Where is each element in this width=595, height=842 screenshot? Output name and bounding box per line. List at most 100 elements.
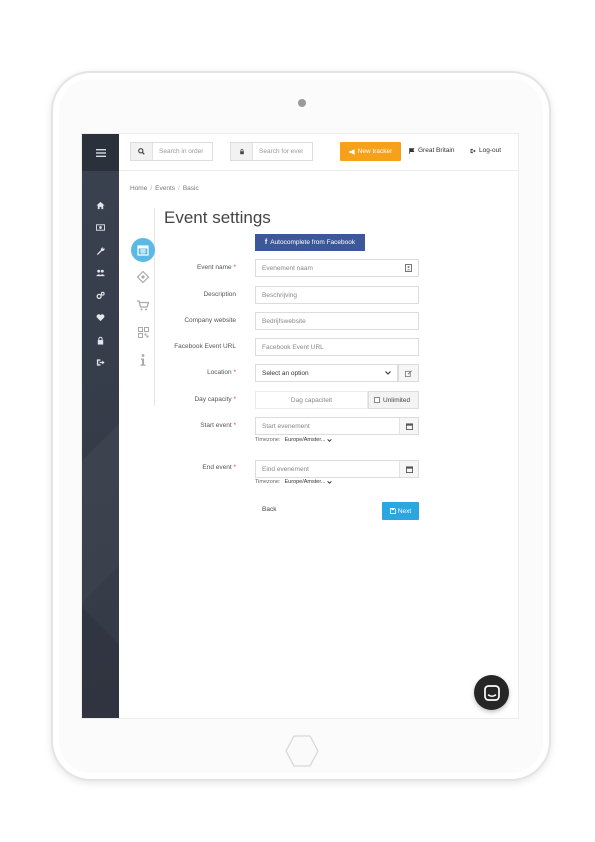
sidebar-item-users[interactable]	[82, 262, 119, 285]
day-capacity-field[interactable]: Dag capaciteit	[255, 391, 368, 409]
event-search-input[interactable]	[253, 148, 309, 155]
new-tracker-label: New tracker	[357, 148, 393, 155]
calendar-icon	[137, 245, 149, 256]
contact-card-icon	[399, 260, 418, 276]
home-icon	[96, 201, 105, 209]
event-search	[230, 142, 313, 161]
company-website-placeholder: Bedrijfswebsite	[262, 317, 306, 325]
sidebar-item-security[interactable]	[82, 329, 119, 352]
step-shop[interactable]	[131, 300, 155, 311]
end-event-label: End event *	[202, 464, 236, 471]
logout-link[interactable]: Log-out	[470, 147, 501, 154]
country-label: Great Britain	[418, 147, 455, 154]
country-selector[interactable]: Great Britain	[409, 147, 455, 154]
start-timezone: Timezone: Europe/Amster...	[255, 437, 333, 443]
location-edit-button[interactable]	[398, 364, 419, 382]
sidebar-item-settings[interactable]	[82, 284, 119, 307]
description-field[interactable]: Beschrijving	[255, 286, 419, 304]
breadcrumb-home[interactable]: Home	[130, 185, 147, 192]
end-event-field[interactable]: Eind evenement	[255, 460, 419, 478]
step-info[interactable]	[131, 354, 155, 366]
company-website-label: Company website	[184, 317, 236, 324]
sidebar-item-home[interactable]	[82, 194, 119, 217]
calendar-icon[interactable]	[399, 418, 418, 434]
new-tracker-button[interactable]: New tracker	[340, 142, 401, 161]
start-timezone-select[interactable]: Europe/Amster...	[284, 437, 333, 443]
facebook-button-label: Autocomplete from Facebook	[270, 239, 356, 246]
users-icon	[96, 269, 105, 277]
end-timezone-label: Timezone:	[255, 479, 281, 485]
start-event-field[interactable]: Start evenement	[255, 417, 419, 435]
cogs-icon	[96, 291, 105, 299]
sidebar-item-favorites[interactable]	[82, 307, 119, 330]
next-button[interactable]: Next	[382, 502, 419, 520]
sidebar-item-tools[interactable]	[82, 239, 119, 262]
back-button[interactable]: Back	[262, 506, 276, 513]
end-event-placeholder: Eind evenement	[262, 465, 309, 473]
info-icon	[140, 354, 146, 366]
edit-icon	[405, 369, 412, 377]
breadcrumb: Home / Events / Basic	[130, 185, 199, 192]
order-search-input[interactable]	[153, 148, 209, 155]
chat-widget-button[interactable]	[474, 675, 509, 710]
unlimited-toggle[interactable]: Unlimited	[368, 391, 419, 409]
qrcode-icon	[137, 327, 149, 338]
bullhorn-icon	[348, 148, 355, 155]
chevron-down-icon	[327, 438, 333, 442]
day-capacity-placeholder: Dag capaciteit	[290, 396, 333, 404]
money-icon	[96, 224, 105, 231]
location-select[interactable]: Select an option	[255, 364, 398, 382]
heart-icon	[96, 314, 105, 322]
step-tickets[interactable]	[131, 271, 155, 283]
chevron-down-icon	[327, 480, 333, 484]
calendar-icon[interactable]	[399, 461, 418, 477]
menu-icon[interactable]	[95, 148, 106, 157]
app-screen: New tracker Great Britain Log-out Home/ …	[81, 133, 519, 719]
unlimited-checkbox[interactable]	[374, 397, 380, 403]
next-label: Next	[397, 507, 412, 515]
save-icon	[389, 508, 396, 514]
order-search	[130, 142, 213, 161]
event-name-placeholder: Evenement naam	[262, 264, 313, 272]
facebook-autocomplete-button[interactable]: f Autocomplete from Facebook	[255, 234, 365, 251]
sidebar-toggle[interactable]	[82, 134, 119, 171]
step-qrcode[interactable]	[131, 327, 155, 338]
event-name-field[interactable]: Evenement naam	[255, 259, 419, 277]
description-label: Description	[203, 291, 236, 298]
facebook-icon: f	[264, 239, 268, 246]
day-capacity-label: Day capacity *	[194, 396, 236, 403]
company-website-field[interactable]: Bedrijfswebsite	[255, 312, 419, 330]
facebook-url-label: Facebook Event URL	[174, 343, 236, 350]
lock-icon	[231, 143, 253, 160]
end-timezone-select[interactable]: Europe/Amster...	[284, 479, 333, 485]
flag-icon	[409, 147, 415, 154]
camera-dot	[298, 99, 306, 107]
event-name-label: Event name *	[196, 264, 236, 271]
facebook-url-placeholder: Facebook Event URL	[262, 343, 324, 351]
sidebar	[82, 134, 119, 718]
step-event-settings[interactable]	[131, 238, 155, 262]
start-event-placeholder: Start evenement	[262, 422, 310, 430]
logout-label: Log-out	[479, 147, 502, 154]
location-label: Location *	[207, 369, 236, 376]
page-title: Event settings	[164, 208, 271, 227]
description-placeholder: Beschrijving	[262, 291, 298, 299]
unlimited-label: Unlimited	[383, 396, 411, 404]
sign-out-icon	[96, 359, 105, 366]
start-timezone-label: Timezone:	[255, 437, 281, 443]
home-button-icon	[285, 735, 319, 767]
breadcrumb-events[interactable]: Events	[155, 185, 175, 192]
ticket-icon	[137, 271, 149, 283]
sign-out-icon	[470, 148, 476, 153]
sidebar-item-logout[interactable]	[82, 352, 119, 375]
start-event-label: Start event *	[200, 422, 236, 429]
sidebar-item-finance[interactable]	[82, 217, 119, 240]
breadcrumb-basic: Basic	[182, 185, 199, 192]
top-header: New tracker Great Britain Log-out	[119, 134, 518, 171]
cart-icon	[137, 300, 149, 311]
chat-icon	[483, 684, 500, 701]
search-icon	[131, 143, 153, 160]
facebook-url-field[interactable]: Facebook Event URL	[255, 338, 419, 356]
wrench-icon	[96, 247, 105, 255]
chevron-down-icon	[385, 371, 391, 375]
